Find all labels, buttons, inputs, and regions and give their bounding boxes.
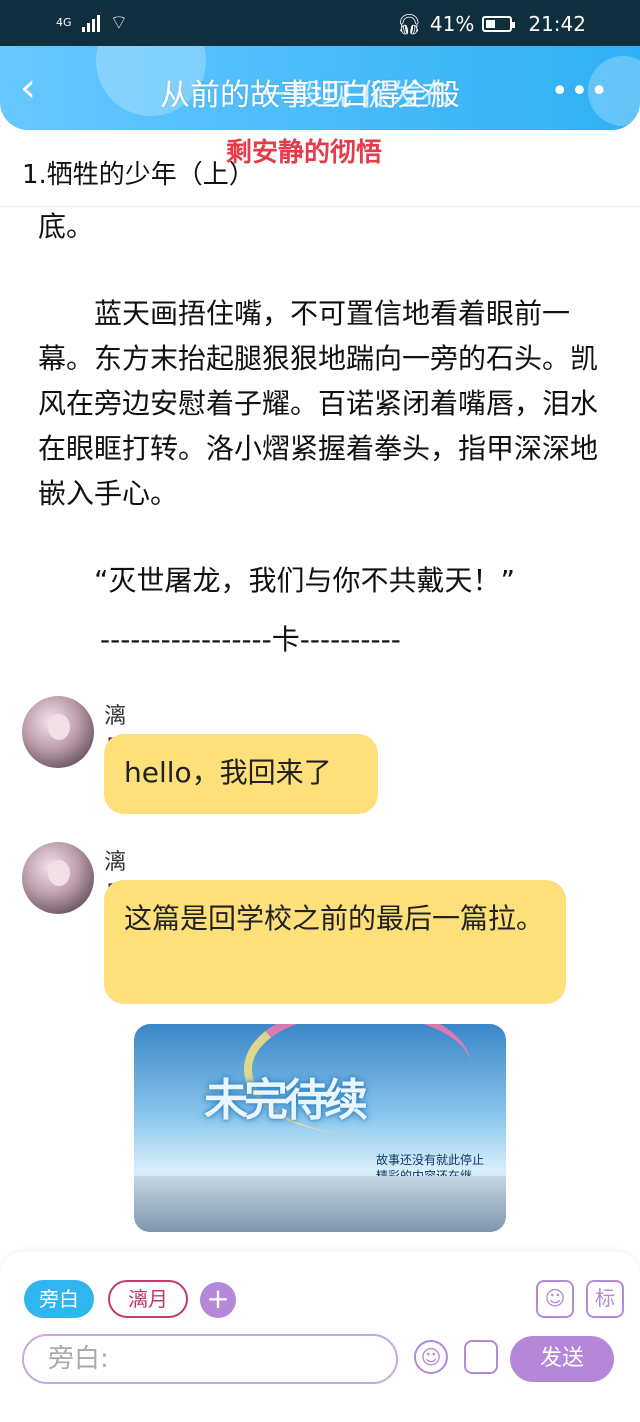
- mark-button[interactable]: 标: [586, 1280, 624, 1318]
- battery-percent: 41%: [429, 12, 475, 36]
- story-text: 底。 蓝天画捂住嘴，不可置信地看着眼前一幕。东方末抬起腿狠狠地踹向一旁的石头。凯…: [38, 204, 608, 603]
- chapter-title: 1.牺牲的少年（上）: [22, 160, 255, 190]
- page-title-overlay: 一般现 促发布: [262, 78, 452, 113]
- wifi-icon: ⌔: [109, 10, 129, 34]
- clock: 21:42: [528, 12, 586, 36]
- status-right: 🎧︎ 41% 21:42: [397, 12, 586, 36]
- to-be-continued-banner: 未完待续: [204, 1075, 368, 1126]
- composer-panel: 旁白 漓月 + ☺ 标 旁白: ☺ 发送: [0, 1252, 640, 1422]
- message-input[interactable]: 旁白:: [22, 1334, 398, 1384]
- story-subtitle: 剩安静的彻悟: [226, 138, 383, 168]
- back-arrow-icon[interactable]: ‹: [20, 68, 36, 108]
- send-button[interactable]: 发送: [510, 1336, 614, 1382]
- add-role-button[interactable]: +: [200, 1282, 236, 1318]
- signal-icon: [81, 14, 100, 32]
- battery-icon: [482, 16, 516, 32]
- network-label: 4G: [56, 16, 72, 29]
- headphones-icon: 🎧︎: [396, 12, 422, 36]
- story-quote: “灭世屠龙，我们与你不共戴天！”: [94, 564, 516, 597]
- top-header: ‹ 从前的故事坦白得全般 一般现 促发布 •••: [0, 46, 640, 130]
- character-icon[interactable]: ☺: [536, 1280, 574, 1318]
- emoji-icon[interactable]: ☺: [414, 1340, 448, 1374]
- avatar[interactable]: [22, 696, 94, 768]
- more-options-icon[interactable]: •••: [551, 74, 610, 109]
- image-message[interactable]: 未完待续 故事还没有就此停止 精彩的内容还在继续……: [134, 1024, 506, 1232]
- city-skyline: [134, 1176, 506, 1232]
- message-bubble[interactable]: 这篇是回学校之前的最后一篇拉。: [104, 880, 566, 1004]
- image-picker-icon[interactable]: [464, 1340, 498, 1374]
- status-bar: 4G ⌔ 🎧︎ 41% 21:42: [0, 0, 640, 46]
- status-left: 4G ⌔: [56, 10, 128, 35]
- scene-divider: -----------------卡----------: [100, 623, 401, 656]
- role-chip-character[interactable]: 漓月: [108, 1280, 188, 1318]
- message-bubble[interactable]: hello，我回来了: [104, 734, 378, 814]
- story-paragraph: 蓝天画捂住嘴，不可置信地看着眼前一幕。东方末抬起腿狠狠地踹向一旁的石头。凯风在旁…: [38, 297, 599, 510]
- story-line: 底。: [38, 210, 95, 243]
- role-chip-narrator[interactable]: 旁白: [24, 1280, 94, 1318]
- avatar[interactable]: [22, 842, 94, 914]
